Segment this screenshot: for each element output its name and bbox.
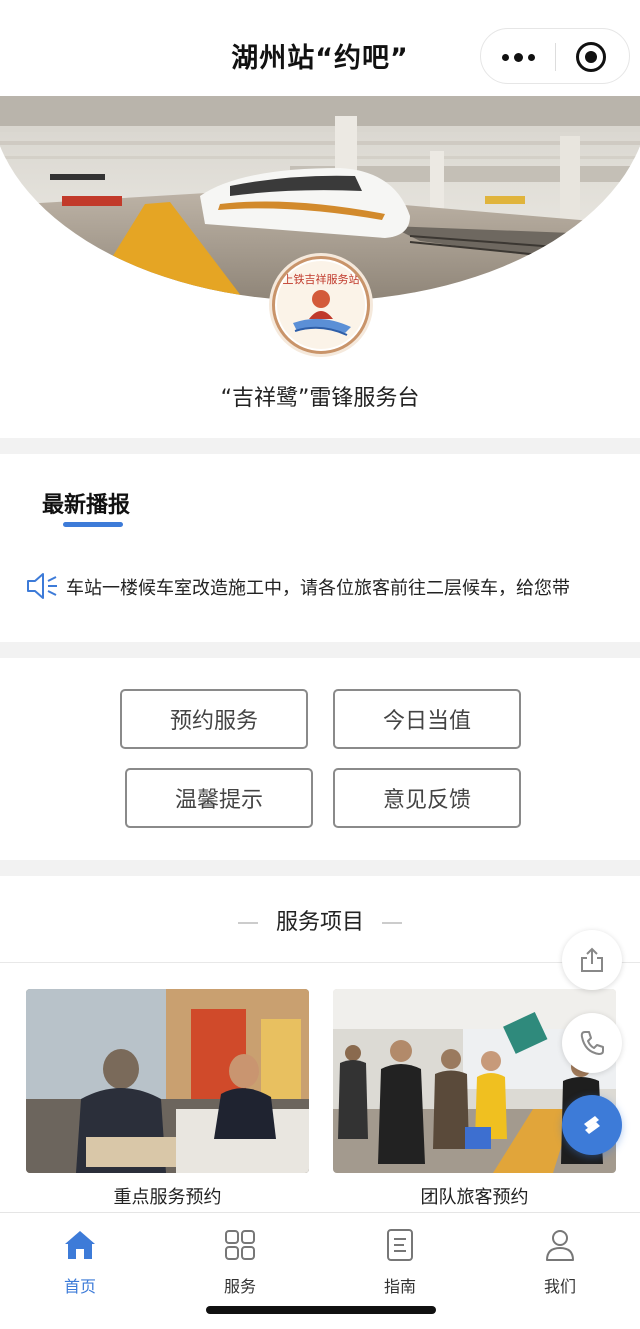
card-photo: [26, 989, 309, 1173]
feedback-button[interactable]: 意见反馈: [333, 768, 521, 828]
quick-actions: 预约服务 今日当值 温馨提示 意见反馈: [0, 658, 640, 860]
tips-button[interactable]: 温馨提示: [125, 768, 313, 828]
on-duty-today-button[interactable]: 今日当值: [333, 689, 521, 749]
services-section: 服务项目 重点服务预约 团队旅客预约: [0, 876, 640, 1216]
grid-icon: [225, 1230, 255, 1260]
more-menu-button[interactable]: [481, 29, 555, 85]
tab-guide[interactable]: 指南: [320, 1223, 480, 1303]
home-icon: [65, 1231, 95, 1259]
tab-home[interactable]: 首页: [0, 1223, 160, 1303]
share-icon: [581, 947, 603, 972]
guide-icon: [387, 1229, 413, 1261]
dot: [527, 53, 535, 61]
service-desk-logo: 上铁吉祥服务站: [272, 256, 370, 354]
close-program-icon[interactable]: [576, 42, 606, 72]
divider: [0, 962, 640, 963]
assistant-button[interactable]: [562, 1095, 622, 1155]
share-button[interactable]: [562, 930, 622, 990]
dot: [513, 52, 523, 62]
speaker-icon: [27, 573, 57, 599]
phone-icon: [580, 1031, 604, 1055]
assistant-logo-icon: [584, 1116, 600, 1134]
tab-label: 首页: [63, 1277, 96, 1296]
service-desk-name: “吉祥鹭”雷锋服务台: [220, 386, 420, 411]
service-desk-photo: [26, 989, 309, 1173]
heading-dash: [237, 922, 258, 924]
card-label: 重点服务预约: [113, 1187, 222, 1208]
capsule-divider: [555, 43, 556, 71]
hero-section: 上铁吉祥服务站 “吉祥鹭”雷锋服务台: [0, 96, 640, 438]
services-heading: 服务项目: [0, 904, 640, 936]
news-section: 最新播报 车站一楼候车室改造施工中，请各位旅客前往二层候车，给您带: [0, 454, 640, 642]
call-button[interactable]: [562, 1013, 622, 1073]
home-indicator: [206, 1306, 436, 1314]
tab-label: 指南: [383, 1277, 416, 1296]
dot: [501, 53, 509, 61]
logo-lettering: 上铁吉祥服务站: [283, 272, 360, 286]
tab-label: 服务: [223, 1277, 256, 1296]
user-icon: [546, 1230, 574, 1261]
services-heading-text: 服务项目: [275, 910, 364, 935]
card-label: 团队旅客预约: [420, 1187, 529, 1208]
nav-bar: 湖州站“约吧”: [0, 0, 640, 96]
news-ticker[interactable]: 车站一楼候车室改造施工中，请各位旅客前往二层候车，给您带: [66, 574, 570, 600]
tab-label: 我们: [543, 1277, 576, 1296]
heading-dash: [382, 922, 402, 924]
service-card-key-passenger[interactable]: 重点服务预约: [26, 989, 309, 1209]
tab-about-us[interactable]: 我们: [480, 1223, 640, 1303]
booking-service-button[interactable]: 预约服务: [120, 689, 308, 749]
mini-program-capsule: [480, 28, 630, 84]
logo-emblem: 上铁吉祥服务站: [277, 261, 365, 349]
news-title: 最新播报: [42, 493, 131, 518]
page: 湖州站“约吧” 上铁吉祥服务站 “吉祥鹭”雷锋服务台 最新播报 车站一楼候车室改…: [0, 0, 640, 1329]
tab-services[interactable]: 服务: [160, 1223, 320, 1303]
news-title-underline: [63, 522, 123, 527]
